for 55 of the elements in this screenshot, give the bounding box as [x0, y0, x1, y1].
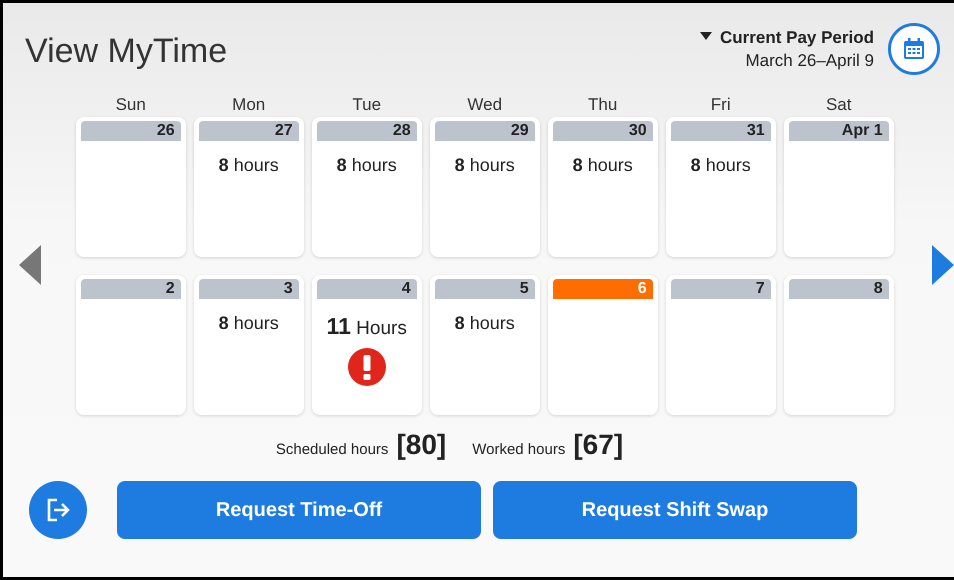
- day-number: 7: [670, 279, 771, 299]
- total-label: Worked hours: [472, 441, 566, 458]
- day-card[interactable]: 5 8 hours: [430, 275, 540, 415]
- day-number: 31: [670, 121, 771, 141]
- day-number: 8: [788, 279, 889, 299]
- weekday-label: Thu: [587, 95, 618, 115]
- day-card[interactable]: 30 8 hours: [548, 117, 658, 257]
- day-number: 27: [198, 121, 299, 141]
- day-number: Apr 1: [788, 121, 889, 141]
- weekday-label: Wed: [466, 95, 504, 115]
- hours-text: 8 hours: [336, 155, 397, 176]
- day-number: 29: [434, 121, 535, 141]
- hours-text: 8 hours: [454, 313, 515, 334]
- day-card[interactable]: 2: [76, 275, 186, 415]
- pay-period-range: March 26–April 9: [745, 50, 874, 70]
- day-card[interactable]: 29 8 hours: [430, 117, 540, 257]
- day-card[interactable]: 31 8 hours: [666, 117, 776, 257]
- weekday-label: Tue: [351, 95, 382, 115]
- day-card[interactable]: 26: [76, 117, 186, 257]
- request-button[interactable]: Request Shift Swap: [493, 481, 857, 539]
- day-card[interactable]: 3 8 hours: [194, 275, 304, 415]
- day-card[interactable]: 28 8 hours: [312, 117, 422, 257]
- hours-text: 8 hours: [690, 155, 751, 176]
- day-number: 30: [552, 121, 653, 141]
- hours-text: 8 hours: [218, 313, 279, 334]
- hours-text: 8 hours: [454, 155, 515, 176]
- hours-text: 8 hours: [218, 155, 279, 176]
- next-arrow-icon[interactable]: [932, 245, 954, 285]
- total-value: [80]: [396, 429, 446, 461]
- request-button[interactable]: Request Time-Off: [117, 481, 481, 539]
- day-card[interactable]: 8: [784, 275, 894, 415]
- weekday-label: Fri: [710, 95, 732, 115]
- hours-text: 8 hours: [572, 155, 633, 176]
- day-number: 6: [552, 279, 653, 299]
- day-card[interactable]: Apr 1: [784, 117, 894, 257]
- day-number: 5: [434, 279, 535, 299]
- day-number: 28: [316, 121, 417, 141]
- weekday-label: Mon: [231, 95, 266, 115]
- total-label: Scheduled hours: [276, 441, 388, 458]
- day-number: 26: [80, 121, 181, 141]
- day-number: 4: [316, 279, 417, 299]
- calendar-button[interactable]: [888, 23, 940, 75]
- weekday-label: Sun: [114, 95, 147, 115]
- total-value: [67]: [573, 429, 624, 461]
- day-number: 2: [80, 279, 181, 299]
- page-title: View MyTime: [25, 30, 228, 70]
- day-card[interactable]: 7: [666, 275, 776, 415]
- pay-period-dropdown[interactable]: Current Pay Period: [700, 28, 874, 48]
- day-card[interactable]: 27 8 hours: [194, 117, 304, 257]
- weekday-label: Sat: [824, 95, 852, 115]
- hours-text: 11 Hours: [326, 313, 407, 340]
- day-card[interactable]: 4 11 Hours: [312, 275, 422, 415]
- dropdown-caret-icon: [700, 32, 712, 40]
- calendar-icon: [901, 36, 927, 62]
- day-number: 3: [198, 279, 299, 299]
